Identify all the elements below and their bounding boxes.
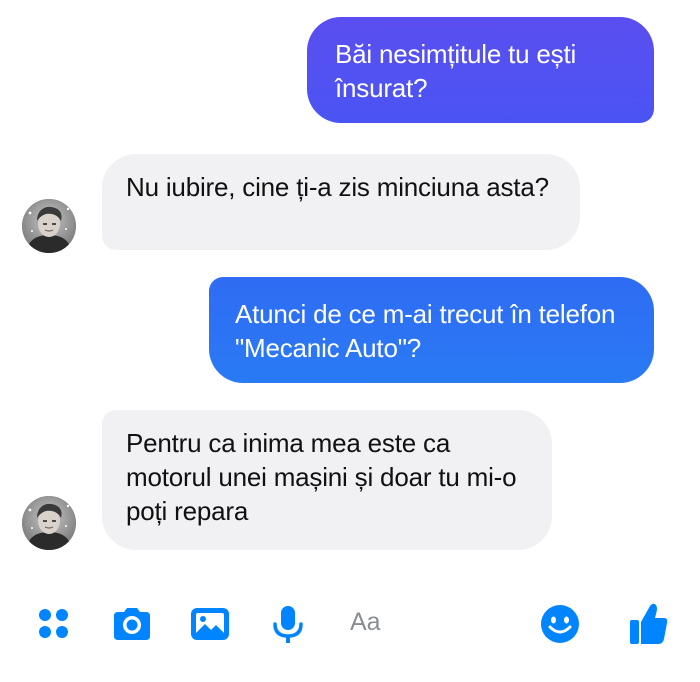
contact-avatar[interactable]	[22, 496, 76, 550]
message-input-placeholder: Aa	[350, 608, 381, 636]
camera-icon[interactable]	[110, 602, 154, 646]
conversation-view: Băi nesimțitule tu ești însurat? Nu iubi…	[0, 0, 700, 682]
contact-photo	[22, 496, 76, 550]
contact-avatar[interactable]	[22, 199, 76, 253]
message-text: Pentru ca inima mea este ca motorul unei…	[126, 428, 517, 526]
image-icon[interactable]	[188, 602, 232, 646]
thumbs-up-icon[interactable]	[626, 600, 670, 644]
message-input[interactable]: Aa	[350, 608, 381, 637]
received-message-bubble[interactable]: Pentru ca inima mea este ca motorul unei…	[102, 410, 552, 550]
message-text: Atunci de ce m-ai trecut în telefon "Mec…	[235, 299, 616, 363]
emoji-icon[interactable]	[538, 602, 582, 646]
apps-icon[interactable]	[34, 602, 78, 646]
message-text: Nu iubire, cine ți-a zis minciuna asta?	[126, 172, 549, 202]
sent-message-bubble[interactable]: Băi nesimțitule tu ești însurat?	[307, 17, 654, 123]
received-message-bubble[interactable]: Nu iubire, cine ți-a zis minciuna asta?	[102, 154, 580, 250]
message-text: Băi nesimțitule tu ești însurat?	[335, 39, 577, 103]
microphone-icon[interactable]	[266, 602, 310, 646]
message-composer: Aa	[0, 590, 700, 670]
sent-message-bubble[interactable]: Atunci de ce m-ai trecut în telefon "Mec…	[209, 277, 654, 383]
contact-photo	[22, 199, 76, 253]
